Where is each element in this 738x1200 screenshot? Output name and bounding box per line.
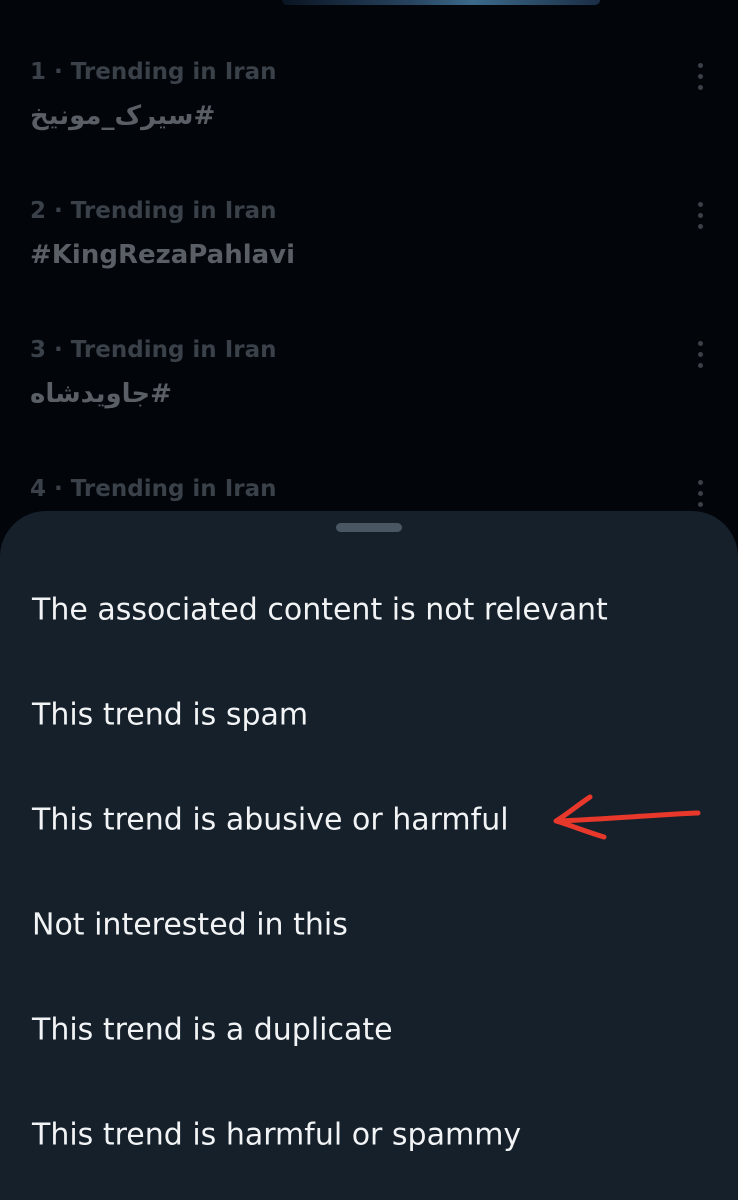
trend-name: #KingRezaPahlavi <box>30 240 296 270</box>
screen: 1 · Trending in Iran #سیرک_مونیخ 2 · Tre… <box>0 0 738 1200</box>
trend-item-1[interactable]: 1 · Trending in Iran #سیرک_مونیخ <box>0 13 738 152</box>
trend-meta: 2 · Trending in Iran <box>30 198 277 224</box>
option-label: This trend is harmful or spammy <box>32 1117 522 1152</box>
more-vertical-icon[interactable] <box>690 202 710 230</box>
more-vertical-icon[interactable] <box>690 480 710 508</box>
option-label: This trend is a duplicate <box>32 1012 393 1047</box>
drag-handle-icon[interactable] <box>336 523 402 532</box>
trend-name: #جاویدشاه <box>30 379 172 409</box>
option-not-interested[interactable]: Not interested in this <box>0 872 738 977</box>
option-spam[interactable]: This trend is spam <box>0 662 738 767</box>
option-not-relevant[interactable]: The associated content is not relevant <box>0 557 738 662</box>
option-label: Not interested in this <box>32 907 348 942</box>
trend-item-2[interactable]: 2 · Trending in Iran #KingRezaPahlavi <box>0 152 738 291</box>
header-image <box>282 0 600 5</box>
option-label: This trend is abusive or harmful <box>32 802 509 837</box>
report-bottom-sheet: The associated content is not relevant T… <box>0 511 738 1200</box>
trend-item-3[interactable]: 3 · Trending in Iran #جاویدشاه <box>0 291 738 430</box>
trend-meta: 1 · Trending in Iran <box>30 59 277 85</box>
trend-meta: 3 · Trending in Iran <box>30 337 277 363</box>
option-label: The associated content is not relevant <box>32 592 608 627</box>
red-arrow-annotation-icon <box>553 794 701 840</box>
option-duplicate[interactable]: This trend is a duplicate <box>0 977 738 1082</box>
more-vertical-icon[interactable] <box>690 341 710 369</box>
option-harmful-or-spammy[interactable]: This trend is harmful or spammy <box>0 1082 738 1187</box>
trend-meta: 4 · Trending in Iran <box>30 476 277 502</box>
option-label: This trend is spam <box>32 697 309 732</box>
more-vertical-icon[interactable] <box>690 63 710 91</box>
trend-name: #سیرک_مونیخ <box>30 101 216 131</box>
